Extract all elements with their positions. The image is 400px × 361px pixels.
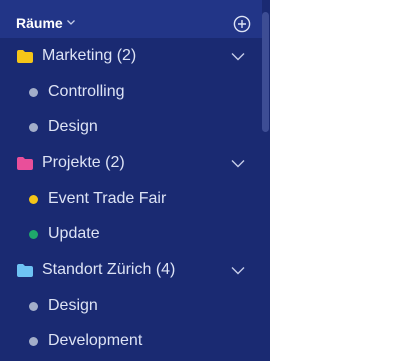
- room-item-label: Design: [48, 297, 98, 314]
- room-group-marketing[interactable]: Marketing (2): [0, 38, 262, 74]
- chevron-down-icon[interactable]: [231, 159, 245, 168]
- room-item-label: Controlling: [48, 83, 125, 100]
- rooms-title[interactable]: Räume: [16, 14, 63, 32]
- room-group-projekte[interactable]: Projekte (2): [0, 145, 262, 181]
- room-group-label: Standort Zürich (4): [42, 261, 176, 278]
- status-dot: [29, 88, 38, 97]
- room-item[interactable]: Development: [0, 324, 262, 360]
- status-dot: [29, 230, 38, 239]
- room-group-label: Marketing (2): [42, 47, 137, 64]
- status-dot: [29, 123, 38, 132]
- folder-icon: [17, 50, 33, 63]
- status-dot: [29, 302, 38, 311]
- room-group-standort-zurich[interactable]: Standort Zürich (4): [0, 252, 262, 288]
- rooms-sidebar: Räume Marketing (2) Controlling Design P…: [0, 0, 270, 361]
- room-item[interactable]: Design: [0, 110, 262, 146]
- folder-icon: [17, 264, 33, 277]
- room-item-label: Development: [48, 332, 143, 349]
- plus-circle-icon[interactable]: [233, 15, 251, 33]
- status-dot: [29, 337, 38, 346]
- room-item-label: Event Trade Fair: [48, 190, 167, 207]
- room-group-label: Projekte (2): [42, 154, 125, 171]
- room-item-label: Update: [48, 225, 100, 242]
- chevron-down-icon[interactable]: [231, 52, 245, 61]
- scrollbar-thumb[interactable]: [262, 12, 269, 132]
- room-item[interactable]: Event Trade Fair: [0, 181, 262, 217]
- chevron-down-icon[interactable]: [66, 18, 76, 26]
- room-item-label: Design: [48, 118, 98, 135]
- status-dot: [29, 195, 38, 204]
- sidebar-header: Räume: [0, 0, 262, 38]
- folder-icon: [17, 157, 33, 170]
- room-item[interactable]: Design: [0, 288, 262, 324]
- chevron-down-icon[interactable]: [231, 266, 245, 275]
- room-item[interactable]: Controlling: [0, 74, 262, 110]
- room-item[interactable]: Update: [0, 217, 262, 253]
